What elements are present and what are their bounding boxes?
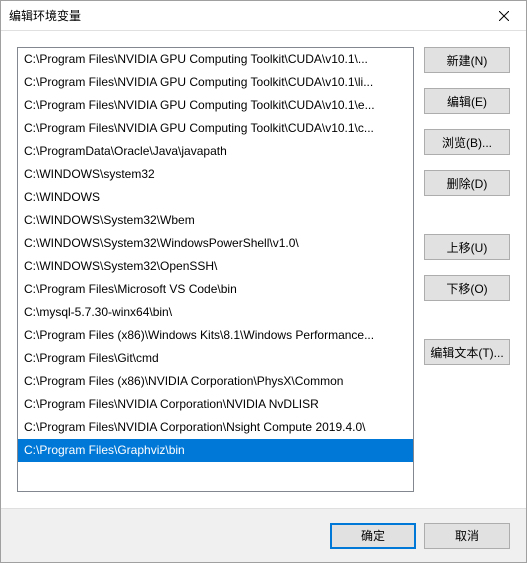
list-item[interactable]: C:\Program Files\NVIDIA GPU Computing To…: [18, 117, 413, 140]
list-item[interactable]: C:\WINDOWS\System32\WindowsPowerShell\v1…: [18, 232, 413, 255]
list-item[interactable]: C:\Program Files\NVIDIA Corporation\NVID…: [18, 393, 413, 416]
dialog-title: 编辑环境变量: [9, 7, 481, 24]
list-item[interactable]: C:\Program Files\Graphviz\bin: [18, 439, 413, 462]
delete-button[interactable]: 删除(D): [424, 170, 510, 196]
close-icon: [499, 11, 509, 21]
ok-button[interactable]: 确定: [330, 523, 416, 549]
list-item[interactable]: C:\WINDOWS\System32\Wbem: [18, 209, 413, 232]
list-item[interactable]: C:\Program Files\NVIDIA GPU Computing To…: [18, 71, 413, 94]
close-button[interactable]: [481, 1, 526, 31]
list-item[interactable]: C:\WINDOWS\system32: [18, 163, 413, 186]
edit-button[interactable]: 编辑(E): [424, 88, 510, 114]
env-var-dialog: 编辑环境变量 C:\Program Files\NVIDIA GPU Compu…: [0, 0, 527, 563]
list-item[interactable]: C:\WINDOWS\System32\OpenSSH\: [18, 255, 413, 278]
move-up-button[interactable]: 上移(U): [424, 234, 510, 260]
list-item[interactable]: C:\Program Files (x86)\NVIDIA Corporatio…: [18, 370, 413, 393]
list-item[interactable]: C:\Program Files\Microsoft VS Code\bin: [18, 278, 413, 301]
dialog-footer: 确定 取消: [1, 508, 526, 562]
browse-button[interactable]: 浏览(B)...: [424, 129, 510, 155]
list-item[interactable]: C:\Program Files\NVIDIA Corporation\Nsig…: [18, 416, 413, 439]
list-item[interactable]: C:\mysql-5.7.30-winx64\bin\: [18, 301, 413, 324]
cancel-button[interactable]: 取消: [424, 523, 510, 549]
move-down-button[interactable]: 下移(O): [424, 275, 510, 301]
list-item[interactable]: C:\Program Files\Git\cmd: [18, 347, 413, 370]
list-item[interactable]: C:\Program Files (x86)\Windows Kits\8.1\…: [18, 324, 413, 347]
edit-text-button[interactable]: 编辑文本(T)...: [424, 339, 510, 365]
dialog-content: C:\Program Files\NVIDIA GPU Computing To…: [1, 31, 526, 508]
path-listbox[interactable]: C:\Program Files\NVIDIA GPU Computing To…: [17, 47, 414, 492]
list-item[interactable]: C:\Program Files\NVIDIA GPU Computing To…: [18, 94, 413, 117]
side-button-column: 新建(N) 编辑(E) 浏览(B)... 删除(D) 上移(U) 下移(O) 编…: [424, 47, 510, 492]
new-button[interactable]: 新建(N): [424, 47, 510, 73]
list-item[interactable]: C:\Program Files\NVIDIA GPU Computing To…: [18, 48, 413, 71]
titlebar: 编辑环境变量: [1, 1, 526, 31]
list-item[interactable]: C:\ProgramData\Oracle\Java\javapath: [18, 140, 413, 163]
list-item[interactable]: C:\WINDOWS: [18, 186, 413, 209]
